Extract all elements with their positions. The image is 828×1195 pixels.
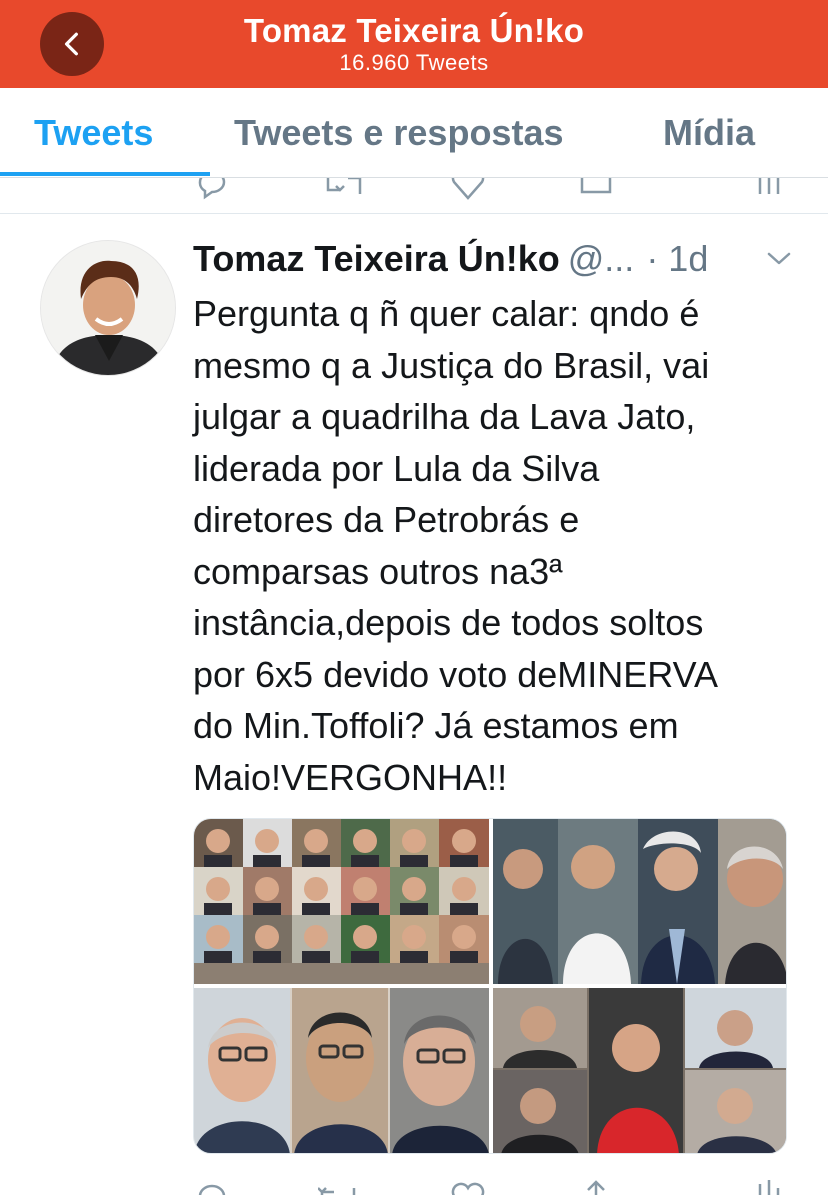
media-image-3[interactable] <box>194 988 489 1153</box>
reply-icon[interactable] <box>192 1178 232 1195</box>
header-title: Tomaz Teixeira Ún!ko <box>243 12 585 49</box>
profile-header: Tomaz Teixeira Ún!ko 16.960 Tweets <box>0 0 828 88</box>
analytics-icon[interactable] <box>750 178 790 204</box>
tab-tweets[interactable]: Tweets <box>34 112 153 154</box>
tweet-time[interactable]: · 1d <box>646 238 708 279</box>
share-icon[interactable] <box>576 1178 616 1195</box>
retweet-icon[interactable] <box>324 178 364 204</box>
avatar[interactable] <box>40 240 176 376</box>
profile-tabs: Tweets Tweets e respostas Mídia <box>0 88 828 178</box>
tweet-media-grid[interactable] <box>193 818 787 1154</box>
retweet-icon[interactable] <box>318 1178 358 1195</box>
media-image-2[interactable] <box>493 819 786 984</box>
analytics-icon[interactable] <box>750 1178 790 1195</box>
media-image-4[interactable] <box>493 988 786 1153</box>
tab-tweets-and-replies[interactable]: Tweets e respostas <box>234 112 563 154</box>
share-icon[interactable] <box>576 178 616 204</box>
active-tab-indicator <box>0 172 210 176</box>
tab-media[interactable]: Mídia <box>663 112 755 154</box>
avatar-photo <box>41 241 175 375</box>
author-handle[interactable]: @... <box>568 238 635 279</box>
previous-tweet-actions <box>0 178 828 214</box>
like-icon[interactable] <box>448 178 488 204</box>
reply-icon[interactable] <box>192 178 232 204</box>
header-tweet-count: 16.960 Tweets <box>339 50 489 75</box>
tweet-actions <box>0 1168 828 1195</box>
media-image-1[interactable] <box>194 819 489 984</box>
tweet-text: Pergunta q ñ quer calar: qndo é mesmo q … <box>193 293 718 798</box>
author-name[interactable]: Tomaz Teixeira Ún!ko <box>193 238 560 279</box>
like-icon[interactable] <box>448 1178 488 1195</box>
tweet-header: Tomaz Teixeira Ún!ko @... · 1d <box>193 238 793 282</box>
chevron-down-icon[interactable] <box>766 250 792 268</box>
